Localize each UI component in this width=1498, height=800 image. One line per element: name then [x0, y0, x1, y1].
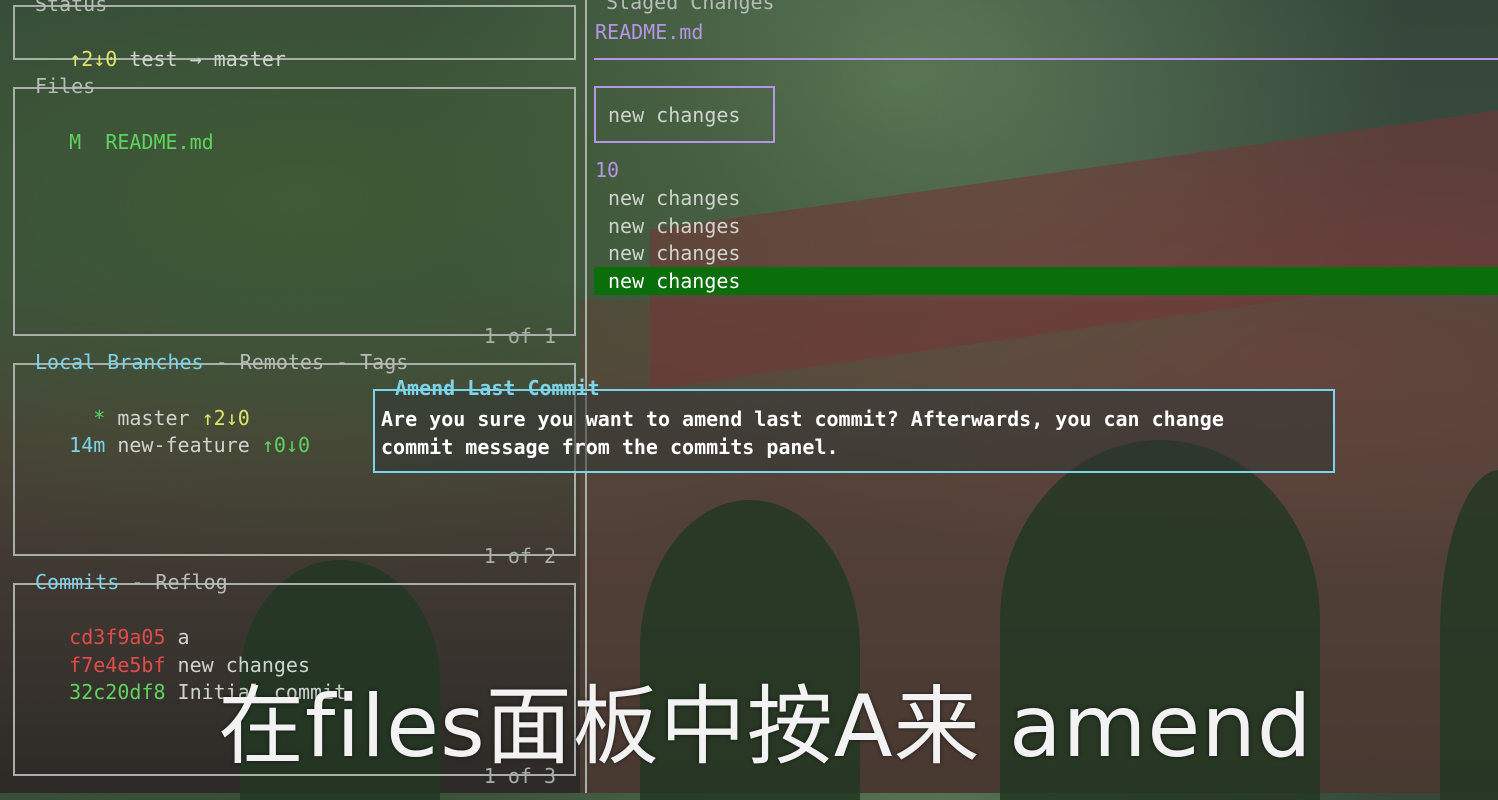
- branch-prefix: 14m: [69, 433, 106, 457]
- file-status: M: [69, 130, 82, 154]
- diff-line-selected[interactable]: new changes: [608, 268, 740, 294]
- file-name: README.md: [105, 130, 214, 154]
- tab-remotes[interactable]: Remotes: [240, 350, 324, 374]
- diff-line-text: new changes: [608, 103, 741, 127]
- branch-name: new-feature: [117, 433, 250, 457]
- diff-boxed-line: new changes: [594, 86, 775, 143]
- tab-commits[interactable]: Commits: [35, 570, 119, 594]
- branch-item[interactable]: 14m new-feature ↑0↓0: [21, 406, 310, 484]
- status-sync: ↑2↓0: [69, 47, 118, 71]
- staged-header-divider: [594, 58, 1498, 60]
- dialog-message-line: commit message from the commits panel.: [381, 435, 839, 459]
- tab-separator: -: [203, 350, 240, 374]
- branches-panel-footer: 1 of 2: [483, 544, 556, 568]
- amend-confirm-dialog[interactable]: Amend Last Commit Are you sure you want …: [373, 376, 1335, 473]
- diff-line[interactable]: new changes: [608, 185, 740, 211]
- tab-tags[interactable]: Tags: [360, 350, 408, 374]
- files-panel[interactable]: Files M README.md 1 of 1: [13, 74, 576, 348]
- commit-hash: 32c20df8: [69, 680, 166, 704]
- status-text: test → master: [129, 47, 286, 71]
- status-panel-title: Status: [35, 0, 108, 16]
- branches-panel-tabs: Local Branches - Remotes - Tags: [33, 350, 410, 374]
- diff-line[interactable]: new changes: [608, 240, 740, 266]
- files-panel-title: Files: [35, 74, 96, 98]
- tab-local-branches[interactable]: Local Branches: [35, 350, 204, 374]
- staged-file-header: README.md: [595, 20, 704, 44]
- dialog-title: Amend Last Commit: [395, 376, 600, 400]
- tab-separator: -: [324, 350, 361, 374]
- staged-panel-title: Staged Changes: [606, 0, 775, 14]
- dialog-message-line: Are you sure you want to amend last comm…: [381, 407, 1224, 431]
- tab-separator: -: [119, 570, 156, 594]
- diff-line-number: 10: [595, 158, 620, 182]
- tab-reflog[interactable]: Reflog: [155, 570, 227, 594]
- files-panel-footer: 1 of 1: [483, 324, 556, 348]
- video-subtitle: 在files面板中按A来 amend: [218, 677, 1313, 777]
- dialog-message: Are you sure you want to amend last comm…: [381, 405, 1321, 461]
- status-panel[interactable]: Status ↑2↓0 test → master: [13, 0, 576, 71]
- commits-panel-tabs: Commits - Reflog: [33, 570, 230, 594]
- branch-sync: ↑0↓0: [261, 433, 311, 457]
- diff-line[interactable]: new changes: [608, 213, 740, 239]
- file-item[interactable]: M README.md: [21, 103, 214, 181]
